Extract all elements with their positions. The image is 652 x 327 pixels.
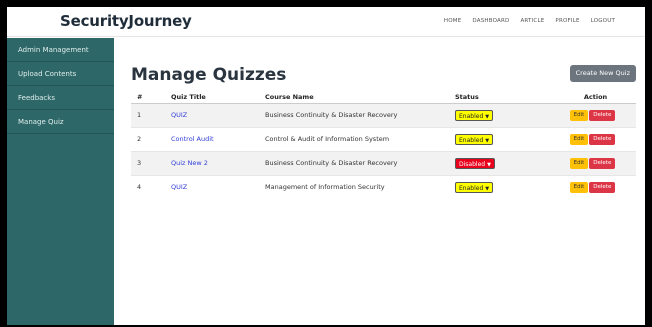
edit-button[interactable]: Edit: [569, 109, 589, 121]
status-value: Enabled: [459, 136, 484, 144]
delete-button[interactable]: Delete: [589, 109, 616, 121]
action-cell: Edit Delete: [549, 174, 636, 199]
table-row: 2 Control Audit Control & Audit of Infor…: [131, 126, 636, 151]
sidebar-item-manage-quiz[interactable]: Manage Quiz: [7, 110, 114, 134]
page-title: Manage Quizzes: [131, 65, 287, 85]
delete-button[interactable]: Delete: [589, 181, 616, 193]
course-name: Control & Audit of Information System: [259, 126, 449, 151]
status-cell: Enabled ▼: [449, 102, 549, 127]
col-header-num: #: [131, 91, 165, 104]
edit-button[interactable]: Edit: [569, 133, 589, 145]
edit-button[interactable]: Edit: [569, 157, 589, 169]
row-number: 3: [131, 150, 165, 175]
table-header-row: # Quiz Title Course Name Status Action: [131, 91, 636, 104]
status-value: Enabled: [459, 112, 484, 120]
delete-button[interactable]: Delete: [589, 157, 616, 169]
status-select[interactable]: Disabled ▼: [455, 157, 495, 169]
brand-logo[interactable]: SecurityJourney: [60, 12, 192, 30]
action-cell: Edit Delete: [549, 150, 636, 175]
sidebar-item-feedbacks[interactable]: Feedbacks: [7, 86, 114, 110]
table-row: 4 QUIZ Management of Information Securit…: [131, 174, 636, 199]
status-select[interactable]: Enabled ▼: [455, 181, 494, 193]
chevron-down-icon: ▼: [487, 161, 491, 168]
row-number: 2: [131, 126, 165, 151]
chevron-down-icon: ▼: [485, 137, 490, 144]
top-nav: HOME DASHBOARD ARTICLE PROFILE LOGOUT: [444, 18, 615, 24]
status-value: Enabled: [459, 184, 484, 192]
col-header-title: Quiz Title: [165, 91, 259, 104]
nav-article[interactable]: ARTICLE: [520, 18, 544, 24]
course-name: Business Continuity & Disaster Recovery: [259, 150, 449, 175]
sidebar-item-admin-management[interactable]: Admin Management: [7, 38, 114, 62]
chevron-down-icon: ▼: [485, 113, 490, 120]
status-cell: Disabled ▼: [449, 150, 549, 175]
nav-logout[interactable]: LOGOUT: [591, 18, 615, 24]
quiz-title-link[interactable]: QUIZ: [165, 102, 259, 127]
table-row: 1 QUIZ Business Continuity & Disaster Re…: [131, 102, 636, 127]
col-header-status: Status: [449, 91, 549, 104]
top-header: SecurityJourney HOME DASHBOARD ARTICLE P…: [7, 7, 645, 37]
quiz-table: # Quiz Title Course Name Status Action 1…: [131, 91, 636, 199]
sidebar: Admin Management Upload Contents Feedbac…: [7, 38, 114, 325]
nav-dashboard[interactable]: DASHBOARD: [472, 18, 509, 24]
row-number: 1: [131, 102, 165, 127]
quiz-title-link[interactable]: Quiz New 2: [165, 150, 259, 175]
status-select[interactable]: Enabled ▼: [455, 133, 494, 145]
nav-profile[interactable]: PROFILE: [555, 18, 579, 24]
app-frame: SecurityJourney HOME DASHBOARD ARTICLE P…: [7, 7, 645, 325]
action-cell: Edit Delete: [549, 126, 636, 151]
create-new-quiz-button[interactable]: Create New Quiz: [569, 65, 636, 82]
chevron-down-icon: ▼: [485, 185, 490, 192]
delete-button[interactable]: Delete: [589, 133, 616, 145]
status-value: Disabled: [459, 160, 486, 168]
quiz-title-link[interactable]: QUIZ: [165, 174, 259, 199]
status-cell: Enabled ▼: [449, 174, 549, 199]
row-number: 4: [131, 174, 165, 199]
course-name: Business Continuity & Disaster Recovery: [259, 102, 449, 127]
status-select[interactable]: Enabled ▼: [455, 109, 494, 121]
sidebar-item-upload-contents[interactable]: Upload Contents: [7, 62, 114, 86]
edit-button[interactable]: Edit: [569, 181, 589, 193]
quiz-title-link[interactable]: Control Audit: [165, 126, 259, 151]
status-cell: Enabled ▼: [449, 126, 549, 151]
col-header-course: Course Name: [259, 91, 449, 104]
nav-home[interactable]: HOME: [444, 18, 462, 24]
table-row: 3 Quiz New 2 Business Continuity & Disas…: [131, 150, 636, 175]
col-header-action: Action: [549, 91, 636, 104]
course-name: Management of Information Security: [259, 174, 449, 199]
action-cell: Edit Delete: [549, 102, 636, 127]
